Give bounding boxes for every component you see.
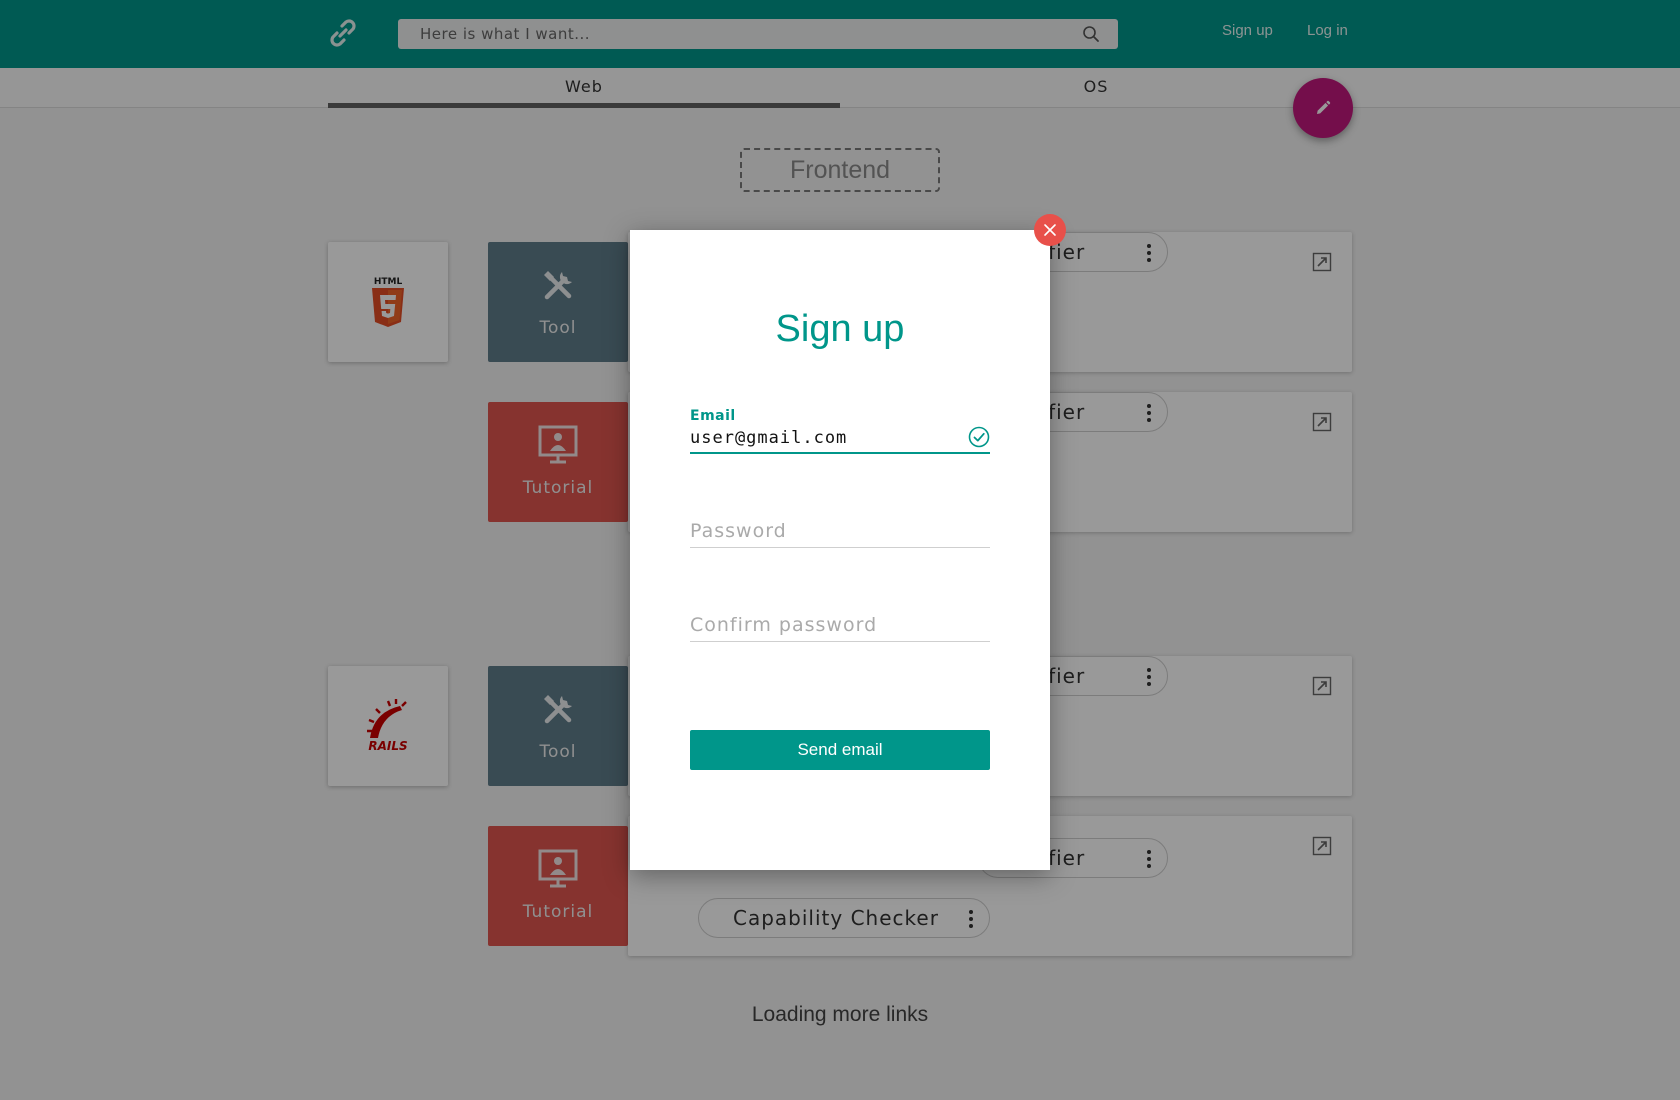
email-label: Email — [690, 408, 736, 424]
password-field[interactable] — [690, 514, 990, 548]
dialog-title: Sign up — [775, 308, 905, 350]
signup-dialog: Sign up Email Send email — [630, 230, 1050, 870]
close-modal-button[interactable] — [1034, 214, 1066, 246]
password-field-group — [690, 514, 990, 548]
email-field-group: Email — [690, 408, 990, 454]
email-field[interactable] — [690, 424, 990, 454]
confirm-password-field[interactable] — [690, 608, 990, 642]
check-circle-icon — [968, 426, 990, 448]
send-email-button[interactable]: Send email — [690, 730, 990, 770]
confirm-password-field-group — [690, 608, 990, 642]
close-icon — [1044, 224, 1056, 236]
